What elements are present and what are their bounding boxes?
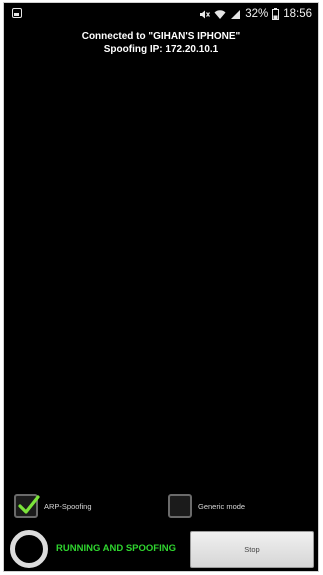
spoofing-ip-text: Spoofing IP: 172.20.10.1 xyxy=(103,44,219,55)
generic-mode-checkbox[interactable] xyxy=(168,494,192,518)
signal-icon xyxy=(230,9,241,20)
app-screen: 32% 18:56 Connected to "GIHAN'S IPHONE" … xyxy=(3,2,319,572)
checkmark-icon xyxy=(18,495,40,514)
image-notification-icon xyxy=(12,8,22,18)
stop-button[interactable]: Stop xyxy=(190,531,314,568)
arp-spoofing-label: ARP-Spoofing xyxy=(44,502,92,511)
clock: 18:56 xyxy=(283,8,312,20)
options-row: ARP-Spoofing Generic mode xyxy=(4,494,318,524)
battery-percent: 32% xyxy=(245,8,269,20)
wifi-icon xyxy=(214,9,226,20)
status-text: RUNNING AND SPOOFING xyxy=(56,543,176,554)
generic-mode-label: Generic mode xyxy=(198,502,246,511)
mute-icon xyxy=(199,9,211,20)
progress-spinner xyxy=(10,530,48,568)
status-bar: 32% 18:56 xyxy=(4,3,318,25)
connection-info: Connected to "GIHAN'S IPHONE" Spoofing I… xyxy=(4,30,318,56)
battery-icon xyxy=(272,8,280,20)
connected-to-text: Connected to "GIHAN'S IPHONE" xyxy=(81,31,241,42)
status-bar-right: 32% 18:56 xyxy=(199,6,312,22)
arp-spoofing-checkbox[interactable] xyxy=(14,494,40,518)
